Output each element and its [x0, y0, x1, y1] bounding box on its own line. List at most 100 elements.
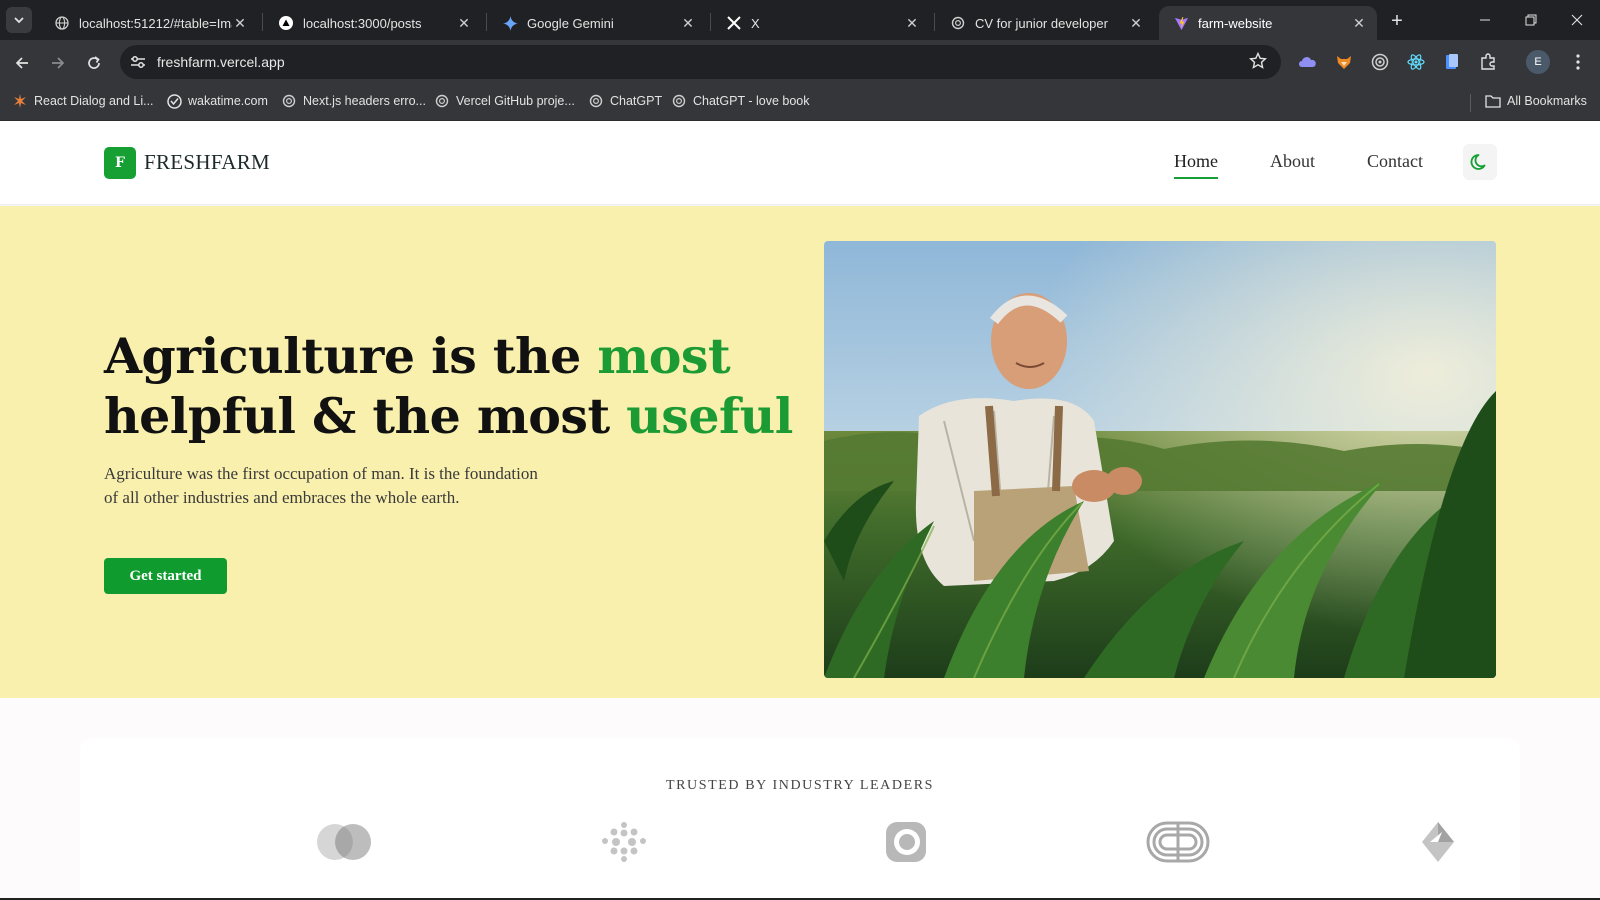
- bookmark-label: ChatGPT: [610, 94, 663, 108]
- tab-title: localhost:51212/#table=Imag: [79, 15, 232, 31]
- folder-icon: [1485, 93, 1501, 109]
- bookmark-item[interactable]: Vercel GitHub proje...: [434, 93, 575, 109]
- close-icon: [1571, 14, 1583, 26]
- profile-avatar[interactable]: E: [1526, 50, 1550, 74]
- close-icon[interactable]: ✕: [1351, 15, 1367, 31]
- new-tab-button[interactable]: +: [1384, 8, 1410, 34]
- bookmark-label: wakatime.com: [188, 94, 268, 108]
- close-icon[interactable]: ✕: [1128, 15, 1144, 31]
- bookmark-item[interactable]: React Dialog and Li...: [12, 93, 154, 109]
- arrow-left-icon: [15, 57, 28, 69]
- tab-divider: [486, 13, 487, 31]
- bookmark-item[interactable]: Next.js headers erro...: [281, 93, 426, 109]
- browser-tab[interactable]: CV for junior developer ✕: [936, 6, 1154, 40]
- tab-title: localhost:3000/posts: [303, 15, 422, 31]
- menu-kebab-icon[interactable]: [1568, 52, 1588, 72]
- tab-divider: [934, 13, 935, 31]
- moon-icon: [1470, 154, 1486, 170]
- close-icon[interactable]: ✕: [232, 15, 248, 31]
- bookmark-item[interactable]: ChatGPT - love book: [671, 93, 810, 109]
- arrow-right-icon: [52, 57, 65, 69]
- trusted-section: TRUSTED BY INDUSTRY LEADERS: [80, 738, 1520, 900]
- browser-toolbar: freshfarm.vercel.app E: [0, 40, 1600, 85]
- tab-title: X: [751, 15, 760, 31]
- overlapping-circles-logo-icon: [312, 818, 376, 866]
- nav-link-about[interactable]: About: [1270, 151, 1315, 172]
- get-started-button[interactable]: Get started: [104, 558, 227, 594]
- nav-link-contact[interactable]: Contact: [1367, 151, 1423, 172]
- wakatime-icon: [166, 93, 182, 109]
- browser-tab[interactable]: localhost:3000/posts ✕: [264, 6, 482, 40]
- bookmarks-divider: [1470, 94, 1471, 112]
- extensions-puzzle-icon[interactable]: [1478, 52, 1498, 72]
- chatgpt-icon: [434, 93, 450, 109]
- bookmark-star-icon[interactable]: [1248, 51, 1269, 72]
- ring-logo-icon: [874, 818, 938, 866]
- site-navbar: F FRESHFARM Home About Contact: [0, 121, 1600, 205]
- nav-link-home[interactable]: Home: [1174, 151, 1218, 179]
- bookmark-label: ChatGPT - love book: [693, 94, 810, 108]
- hero-description: Agriculture was the first occupation of …: [104, 464, 538, 507]
- chatgpt-icon: [671, 93, 687, 109]
- close-icon[interactable]: ✕: [904, 15, 920, 31]
- bookmark-label: React Dialog and Li...: [34, 94, 154, 108]
- starburst-icon: [12, 93, 28, 109]
- chain-logo-icon: [1146, 818, 1210, 866]
- globe-icon: [54, 15, 70, 31]
- theme-toggle-button[interactable]: [1463, 144, 1497, 180]
- close-icon[interactable]: ✕: [456, 15, 472, 31]
- browser-tab[interactable]: X ✕: [712, 6, 930, 40]
- tab-title: farm-website: [1198, 15, 1273, 31]
- url-text: freshfarm.vercel.app: [157, 54, 285, 70]
- react-devtools-icon[interactable]: [1406, 52, 1426, 72]
- bookmark-item[interactable]: wakatime.com: [166, 93, 268, 109]
- restore-icon: [1525, 14, 1537, 26]
- extension-cloud-icon[interactable]: [1298, 52, 1318, 72]
- extension-target-icon[interactable]: [1370, 52, 1390, 72]
- hero-heading-part: Agriculture is the: [104, 327, 598, 385]
- x-logo-icon: [726, 15, 742, 31]
- forward-button[interactable]: [45, 50, 71, 76]
- dots-cluster-logo-icon: [592, 818, 656, 866]
- browser-tab[interactable]: localhost:51212/#table=Imag ✕: [40, 6, 258, 40]
- reload-button[interactable]: [81, 50, 107, 76]
- page-viewport: F FRESHFARM Home About Contact Agricultu…: [0, 121, 1600, 900]
- tab-divider: [262, 13, 263, 31]
- gemini-sparkle-icon: [502, 15, 518, 31]
- chatgpt-icon: [950, 15, 966, 31]
- extension-docs-icon[interactable]: [1442, 52, 1462, 72]
- tab-title: Google Gemini: [527, 15, 614, 31]
- browser-tabstrip: localhost:51212/#table=Imag ✕ localhost:…: [0, 0, 1600, 40]
- minimize-icon: [1480, 19, 1490, 21]
- all-bookmarks-button[interactable]: All Bookmarks: [1485, 93, 1587, 109]
- site-settings-icon[interactable]: [128, 53, 148, 71]
- hero-heading-highlight: most: [597, 327, 731, 385]
- minimize-button[interactable]: [1462, 0, 1508, 40]
- chatgpt-icon: [281, 93, 297, 109]
- hero-heading-part: helpful & the most: [104, 387, 627, 445]
- browser-tab[interactable]: Google Gemini ✕: [488, 6, 706, 40]
- diamond-logo-icon: [1406, 818, 1470, 866]
- window-close-button[interactable]: [1554, 0, 1600, 40]
- hero-section: Agriculture is the most helpful & the mo…: [0, 206, 1600, 698]
- bookmarks-bar: React Dialog and Li... wakatime.com Next…: [0, 85, 1600, 121]
- logo-text[interactable]: FRESHFARM: [144, 150, 270, 175]
- address-bar[interactable]: freshfarm.vercel.app: [120, 45, 1281, 79]
- browser-tab-active[interactable]: farm-website ✕: [1159, 6, 1377, 40]
- chatgpt-icon: [588, 93, 604, 109]
- restore-button[interactable]: [1508, 0, 1554, 40]
- close-icon[interactable]: ✕: [680, 15, 696, 31]
- vite-icon: [1173, 15, 1189, 31]
- chevron-down-icon: [14, 17, 24, 24]
- all-bookmarks-label: All Bookmarks: [1507, 94, 1587, 108]
- reload-icon: [88, 56, 100, 69]
- vercel-triangle-icon: [278, 15, 294, 31]
- logo-mark[interactable]: F: [104, 147, 136, 179]
- bookmark-item[interactable]: ChatGPT: [588, 93, 662, 109]
- back-button[interactable]: [9, 50, 35, 76]
- tab-search-button[interactable]: [6, 7, 32, 33]
- extension-fox-icon[interactable]: [1334, 52, 1354, 72]
- hero-farmer-image: [824, 241, 1496, 678]
- hero-heading-highlight: useful: [626, 387, 793, 445]
- trusted-heading: TRUSTED BY INDUSTRY LEADERS: [665, 778, 935, 793]
